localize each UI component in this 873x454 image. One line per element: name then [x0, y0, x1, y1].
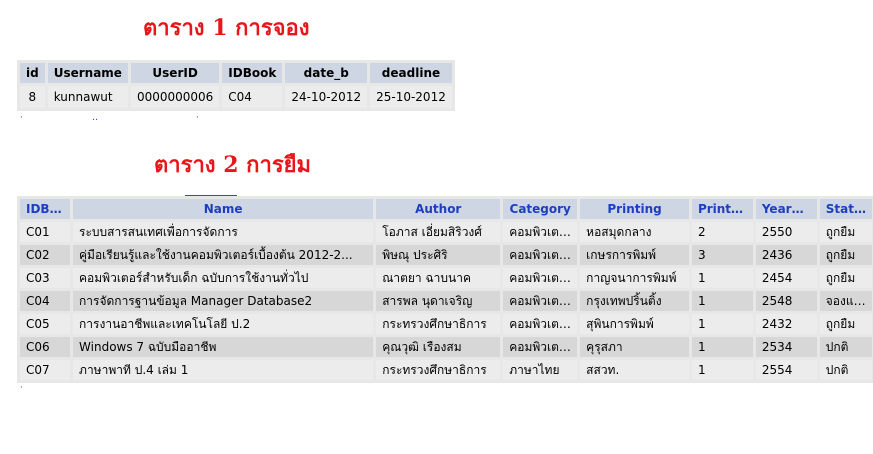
column-header-printing[interactable]: Printing: [580, 199, 689, 219]
cell-id: 8: [20, 86, 45, 108]
cell-author: กระทรวงศึกษาธิการ: [376, 314, 501, 334]
cell-username: kunnawut: [47, 86, 128, 108]
cell-idbook: C03: [20, 268, 71, 288]
cell-category: คอมพิวเตอร์: [503, 245, 578, 265]
cell-deadline: 25-10-2012: [370, 86, 452, 108]
column-header-status[interactable]: Status: [819, 199, 872, 219]
cell-category: คอมพิวเตอร์: [503, 222, 578, 242]
cell-idbook: C01: [20, 222, 71, 242]
cell-printnum: 3: [691, 245, 753, 265]
cell-userid: 0000000006: [130, 86, 220, 108]
reservation-table: id Username UserID IDBook date_b deadline 8 ku…: [17, 60, 455, 111]
cell-category: คอมพิวเตอร์: [503, 268, 578, 288]
column-header-date-b[interactable]: date_b: [285, 63, 368, 83]
cell-yearprint: 2432: [755, 314, 817, 334]
loan-table: IDBookNameAuthorCategoryPrintingPrintNum…: [17, 196, 873, 383]
table-row: C06 Windows 7 ฉบับมืออาชีพ คุณวุฒิ เรืองสม…: [20, 337, 872, 357]
cell-category: คอมพิวเตอร์: [503, 314, 578, 334]
column-header-deadline[interactable]: deadline: [370, 63, 452, 83]
cell-author: ณาตยา ฉาบนาค: [376, 268, 501, 288]
cell-idbook: C07: [20, 360, 71, 380]
table-row: C01 ระบบสารสนเทศเพื่อการจัดการ โอภาส เอี่ย…: [20, 222, 872, 242]
cell-yearprint: 2436: [755, 245, 817, 265]
cell-idbook: C02: [20, 245, 71, 265]
cell-yearprint: 2554: [755, 360, 817, 380]
stray-mark: ·: [196, 113, 199, 123]
cell-author: สารพล นุดาเจริญ: [376, 291, 501, 311]
cell-yearprint: 2534: [755, 337, 817, 357]
table-header-row: IDBookNameAuthorCategoryPrintingPrintNum…: [20, 199, 872, 219]
cell-status: ถูกยืม: [819, 268, 872, 288]
cell-printnum: 1: [691, 268, 753, 288]
cell-status: ปกติ: [819, 337, 872, 357]
cell-idbook: C06: [20, 337, 71, 357]
table-row: C07 ภาษาพาที ป.4 เล่ม 1 กระทรวงศึกษาธิการภ…: [20, 360, 872, 380]
cell-name: ภาษาพาที ป.4 เล่ม 1: [73, 360, 374, 380]
table-row: C02 คู่มือเรียนรู้และใช้งานคอมพิวเตอร์เบื…: [20, 245, 872, 265]
cell-author: คุณวุฒิ เรืองสม: [376, 337, 501, 357]
stray-mark: ·: [20, 383, 23, 393]
column-header-name[interactable]: Name: [73, 199, 374, 219]
cell-printnum: 1: [691, 360, 753, 380]
cell-name: คู่มือเรียนรู้และใช้งานคอมพิวเตอร์เบื้อง…: [73, 245, 374, 265]
table-row: C03 คอมพิวเตอร์สำหรับเด็ก ฉบับการใช้งานทั…: [20, 268, 872, 288]
cell-printing: กรุงเทพปริ้นติ้ง: [580, 291, 689, 311]
cell-author: โอภาส เอี่ยมสิริวงศ์: [376, 222, 501, 242]
column-header-idbook[interactable]: IDBook: [20, 199, 71, 219]
cell-name: Windows 7 ฉบับมืออาชีพ: [73, 337, 374, 357]
cell-category: คอมพิวเตอร์: [503, 337, 578, 357]
cell-idbook: C04: [20, 291, 71, 311]
cell-name: ระบบสารสนเทศเพื่อการจัดการ: [73, 222, 374, 242]
column-header-yearprint[interactable]: YearPrint: [755, 199, 817, 219]
table1-title: ตาราง 1 การจอง: [143, 15, 310, 41]
cell-status: ปกติ: [819, 360, 872, 380]
cell-idbook: C04: [222, 86, 283, 108]
cell-date-b: 24-10-2012: [285, 86, 368, 108]
cell-printing: กาญจนาการพิมพ์: [580, 268, 689, 288]
table-row: 8 kunnawut 0000000006 C04 24-10-2012 25-10-20…: [20, 86, 452, 108]
column-header-username[interactable]: Username: [47, 63, 128, 83]
cell-status: ถูกยืม: [819, 314, 872, 334]
stray-mark: ‥: [92, 113, 99, 123]
cell-yearprint: 2550: [755, 222, 817, 242]
cell-printnum: 1: [691, 314, 753, 334]
cell-printing: หอสมุดกลาง: [580, 222, 689, 242]
cell-name: คอมพิวเตอร์สำหรับเด็ก ฉบับการใช้งานทั่วไ…: [73, 268, 374, 288]
cell-name: การงานอาชีพและเทคโนโลยี ป.2: [73, 314, 374, 334]
cell-idbook: C05: [20, 314, 71, 334]
cell-name: การจัดการฐานข้อมูล Manager Database2: [73, 291, 374, 311]
column-header-author[interactable]: Author: [376, 199, 501, 219]
cell-printing: เกษรการพิมพ์: [580, 245, 689, 265]
cell-yearprint: 2548: [755, 291, 817, 311]
cell-yearprint: 2454: [755, 268, 817, 288]
stray-mark: ·: [20, 113, 23, 123]
table-row: C04 การจัดการฐานข้อมูล Manager Database2 ส…: [20, 291, 872, 311]
cell-printing: สสวท.: [580, 360, 689, 380]
cell-status: ถูกยืม: [819, 245, 872, 265]
cell-author: กระทรวงศึกษาธิการ: [376, 360, 501, 380]
column-header-userid[interactable]: UserID: [130, 63, 220, 83]
cell-category: ภาษาไทย: [503, 360, 578, 380]
cell-printnum: 2: [691, 222, 753, 242]
cell-printing: สุพินการพิมพ์: [580, 314, 689, 334]
cell-author: พิษณุ ประศิริ: [376, 245, 501, 265]
cell-category: คอมพิวเตอร์: [503, 291, 578, 311]
table2-title: ตาราง 2 การยืม: [154, 152, 312, 178]
column-header-idbook[interactable]: IDBook: [222, 63, 283, 83]
table-row: C05 การงานอาชีพและเทคโนโลยี ป.2 กระทรวงศึก…: [20, 314, 872, 334]
column-header-printnum[interactable]: PrintNum: [691, 199, 753, 219]
table-header-row: id Username UserID IDBook date_b deadline: [20, 63, 452, 83]
column-header-id[interactable]: id: [20, 63, 45, 83]
cell-printnum: 1: [691, 337, 753, 357]
cell-printnum: 1: [691, 291, 753, 311]
column-header-category[interactable]: Category: [503, 199, 578, 219]
cell-status: จองแล้ว: [819, 291, 872, 311]
cell-status: ถูกยืม: [819, 222, 872, 242]
cell-printing: คุรุสภา: [580, 337, 689, 357]
